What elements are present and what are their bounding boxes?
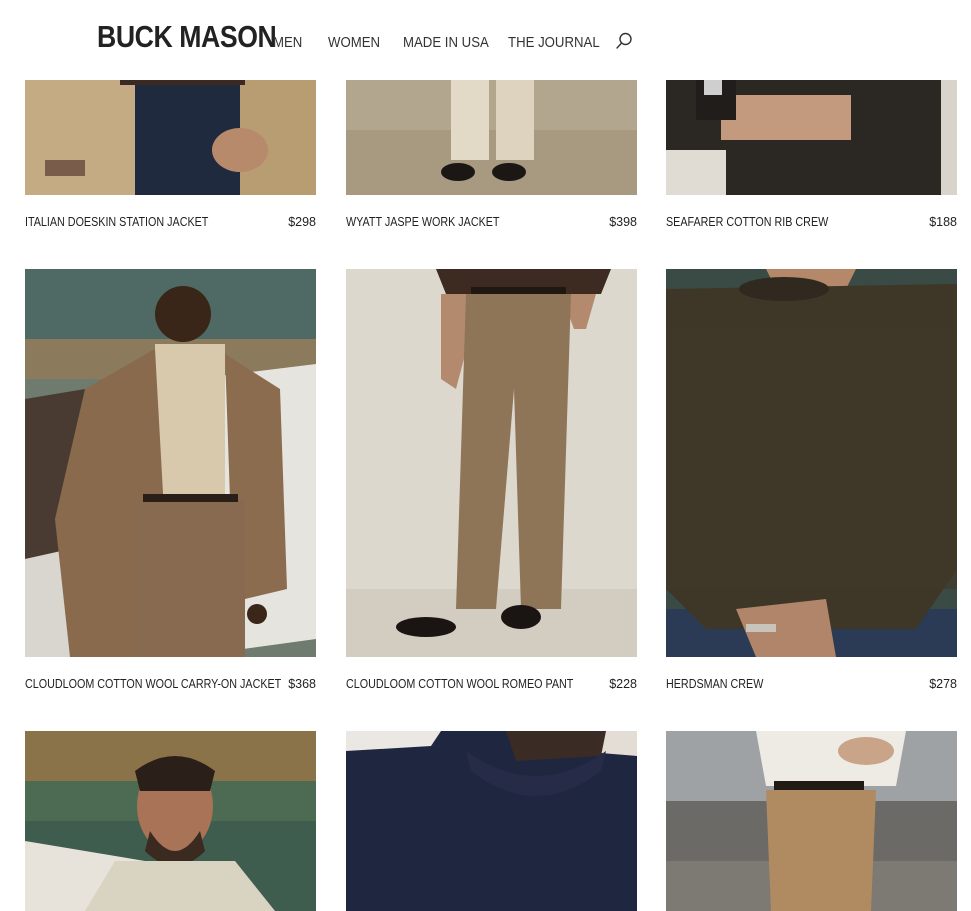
product-image[interactable] [25, 731, 316, 911]
product-meta: SEAFARER COTTON RIB CREW $188 [666, 213, 957, 231]
product-meta: HERDSMAN CREW $278 [666, 675, 957, 693]
product-meta: ITALIAN DOESKIN STATION JACKET $298 [25, 213, 316, 231]
product-name[interactable]: HERDSMAN CREW [666, 675, 763, 693]
product-grid: ITALIAN DOESKIN STATION JACKET $298 WYAT… [0, 0, 971, 911]
product-image[interactable] [346, 269, 637, 657]
product-image[interactable] [666, 269, 957, 657]
product-price: $228 [609, 677, 637, 691]
product-price: $298 [288, 215, 316, 229]
product-name[interactable]: SEAFARER COTTON RIB CREW [666, 213, 828, 231]
brand-logo[interactable]: BUCK MASON [97, 18, 277, 56]
product-name[interactable]: CLOUDLOOM COTTON WOOL ROMEO PANT [346, 675, 573, 693]
nav-item-the-journal[interactable]: THE JOURNAL [508, 32, 600, 54]
product-name[interactable]: WYATT JASPE WORK JACKET [346, 213, 500, 231]
nav-item-women[interactable]: WOMEN [328, 32, 380, 54]
product-price: $368 [288, 677, 316, 691]
product-price: $278 [929, 677, 957, 691]
product-name[interactable]: CLOUDLOOM COTTON WOOL CARRY-ON JACKET [25, 675, 281, 693]
nav-item-made-in-usa[interactable]: MADE IN USA [403, 32, 489, 54]
product-name[interactable]: ITALIAN DOESKIN STATION JACKET [25, 213, 208, 231]
product-image[interactable] [666, 731, 957, 911]
product-meta: CLOUDLOOM COTTON WOOL ROMEO PANT $228 [346, 675, 637, 693]
search-icon[interactable] [614, 31, 634, 51]
product-price: $188 [929, 215, 957, 229]
product-meta: CLOUDLOOM COTTON WOOL CARRY-ON JACKET $3… [25, 675, 316, 693]
site-header: BUCK MASON MEN WOMEN MADE IN USA THE JOU… [0, 0, 971, 80]
product-price: $398 [609, 215, 637, 229]
product-image[interactable] [346, 731, 637, 911]
nav-item-men[interactable]: MEN [273, 32, 302, 54]
product-meta: WYATT JASPE WORK JACKET $398 [346, 213, 637, 231]
product-image[interactable] [25, 269, 316, 657]
